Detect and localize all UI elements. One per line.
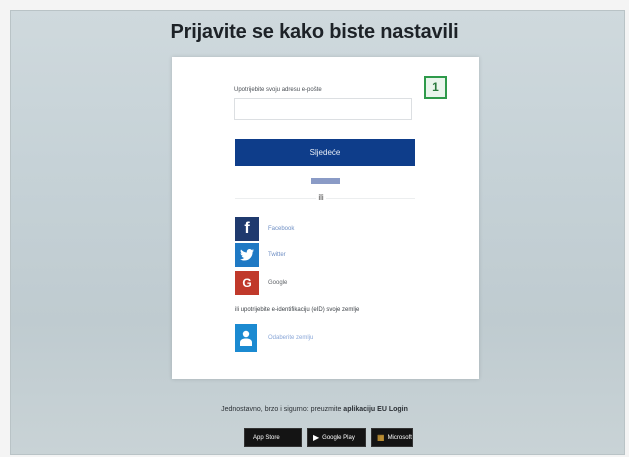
twitter-login[interactable]: Twitter <box>235 243 286 267</box>
google-login[interactable]: G Google <box>235 271 287 295</box>
google-play-label: Google Play <box>322 434 355 441</box>
page-title: Prijavite se kako biste nastavili <box>170 21 459 43</box>
next-button[interactable]: Sljedeće <box>235 139 415 166</box>
facebook-login[interactable]: f Facebook <box>235 217 294 241</box>
microsoft-label: Microsoft <box>387 434 412 441</box>
eid-text: ili upotrijebite e-identifikaciju (eID) … <box>235 307 360 313</box>
store-badges: App Store ▶ Google Play ▦ Microsoft <box>244 428 413 447</box>
app-store-badge[interactable]: App Store <box>244 428 302 447</box>
email-label: Upotrijebite svoju adresu e-pošte <box>234 87 322 93</box>
divider-label: ili <box>316 193 326 202</box>
windows-icon: ▦ <box>377 433 385 442</box>
google-play-badge[interactable]: ▶ Google Play <box>307 428 366 447</box>
eid-login[interactable]: Odaberite zemlju <box>235 324 313 352</box>
footer-prefix: Jednostavno, brzo i sigurno: preuzmite <box>221 406 344 413</box>
play-icon: ▶ <box>313 433 320 442</box>
twitter-label: Twitter <box>268 252 286 258</box>
google-label: Google <box>268 280 288 286</box>
eid-label: Odaberite zemlju <box>268 335 314 341</box>
email-input[interactable] <box>234 98 412 120</box>
footer-app-link[interactable]: aplikaciju EU Login <box>343 406 408 413</box>
facebook-icon: f <box>235 217 259 241</box>
twitter-icon <box>235 243 259 267</box>
facebook-label: Facebook <box>268 226 295 232</box>
app-store-label: App Store <box>253 434 280 441</box>
microsoft-badge[interactable]: ▦ Microsoft <box>371 428 413 447</box>
create-account-link[interactable]: Izradi račun <box>0 178 629 184</box>
footer-text: Jednostavno, brzo i sigurno: preuzmite a… <box>0 406 629 413</box>
person-icon <box>235 324 257 352</box>
step-badge: 1 <box>424 76 447 99</box>
google-icon: G <box>235 271 259 295</box>
